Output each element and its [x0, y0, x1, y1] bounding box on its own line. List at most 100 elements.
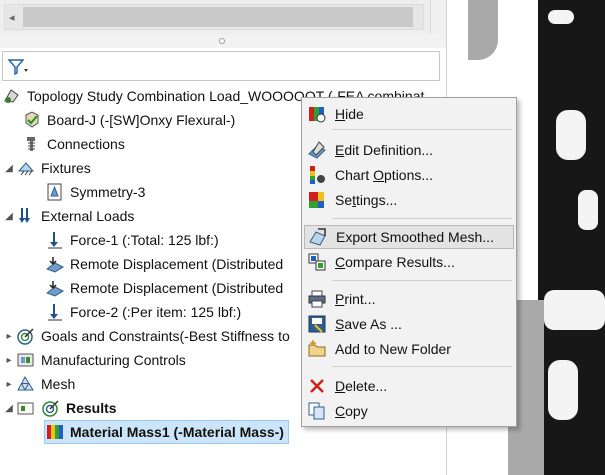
manufacturing-label: Manufacturing Controls [41, 352, 186, 368]
scroll-left-arrow-icon[interactable]: ◂ [9, 11, 15, 24]
collapse-arrow-icon[interactable]: ◢ [2, 403, 16, 414]
compare-results-icon [307, 252, 327, 272]
print-label: Print... [335, 291, 376, 307]
expand-arrow-icon[interactable]: ▸ [2, 331, 16, 342]
tree-item-symmetry[interactable]: Symmetry-3 [45, 180, 145, 204]
delete-label: Delete... [335, 378, 388, 394]
compare-results-label: Compare Results... [335, 254, 455, 270]
model-grey-region [468, 0, 498, 60]
goals-target-icon [16, 327, 36, 345]
symmetry-label: Symmetry-3 [70, 184, 146, 200]
model-hole [556, 110, 586, 160]
horizontal-scrollbar[interactable]: ◂ [4, 4, 424, 30]
expand-arrow-icon[interactable]: ▸ [2, 379, 16, 390]
panel-splitter[interactable] [0, 34, 446, 48]
printer-icon [307, 289, 327, 309]
external-loads-icon [16, 207, 36, 225]
collapse-arrow-icon[interactable]: ◢ [2, 211, 16, 222]
expand-arrow-icon[interactable]: ▸ [2, 355, 16, 366]
tree-item-remote-displacement-1[interactable]: Remote Displacement (Distributed [45, 252, 283, 276]
manufacturing-controls-icon [16, 351, 36, 369]
tree-item-external-loads[interactable]: ◢ External Loads [2, 204, 134, 228]
tree-filter-bar[interactable] [2, 51, 440, 81]
force-arrow-icon [45, 231, 65, 249]
board-label: Board-J (-[SW]Onxy Flexural-) [47, 112, 236, 128]
save-as-label: Save As ... [335, 316, 402, 332]
force2-label: Force-2 (:Per item: 125 lbf:) [70, 304, 242, 320]
results-folder-icon [16, 399, 36, 417]
save-as-icon [307, 314, 327, 334]
delete-x-icon [307, 376, 327, 396]
results-label: Results [66, 400, 117, 416]
mesh-icon [16, 375, 36, 393]
tree-item-results[interactable]: ◢ Results [2, 396, 117, 420]
model-hole [548, 10, 574, 24]
model-hole [578, 190, 598, 230]
collapse-arrow-icon[interactable]: ◢ [2, 163, 16, 174]
menu-item-delete[interactable]: Delete... [304, 374, 514, 398]
menu-item-edit-definition[interactable]: Edit Definition... [304, 138, 514, 162]
edit-definition-icon [307, 140, 327, 160]
chart-options-label: Chart Options... [335, 167, 434, 183]
new-folder-icon [307, 339, 327, 359]
connections-icon [22, 135, 42, 153]
model-hole [544, 290, 605, 330]
menu-separator [332, 280, 512, 281]
force-arrow-icon [45, 303, 65, 321]
edit-definition-label: Edit Definition... [335, 142, 434, 158]
mesh-label: Mesh [41, 376, 76, 392]
menu-item-print[interactable]: Print... [304, 287, 514, 311]
goals-label: Goals and Constraints(-Best Stiffness to [41, 328, 290, 344]
menu-item-copy[interactable]: Copy [304, 399, 514, 423]
tree-item-connections[interactable]: Connections [22, 132, 125, 156]
remote1-label: Remote Displacement (Distributed [70, 256, 284, 272]
tree-item-remote-displacement-2[interactable]: Remote Displacement (Distributed [45, 276, 283, 300]
settings-label: Settings... [335, 192, 398, 208]
splitter-handle-icon[interactable] [219, 38, 225, 44]
part-check-icon [22, 111, 42, 129]
menu-separator [332, 218, 512, 219]
external-loads-label: External Loads [41, 208, 135, 224]
vertical-scrollbar[interactable] [430, 0, 446, 34]
filter-icon[interactable] [7, 57, 29, 77]
fixtures-label: Fixtures [41, 160, 91, 176]
add-folder-label: Add to New Folder [335, 341, 451, 357]
symmetry-icon [45, 183, 65, 201]
tree-item-goals[interactable]: ▸ Goals and Constraints(-Best Stiffness … [2, 324, 290, 348]
context-menu: Hide Edit Definition... Chart Options...… [301, 97, 517, 427]
menu-separator [332, 366, 512, 367]
menu-item-hide[interactable]: Hide [304, 102, 514, 126]
menu-item-save-as[interactable]: Save As ... [304, 312, 514, 336]
menu-item-add-to-new-folder[interactable]: Add to New Folder [304, 337, 514, 361]
material-mass-label: Material Mass1 (-Material Mass-) [70, 424, 284, 440]
results-target-icon [41, 399, 61, 417]
tree-item-force1[interactable]: Force-1 (:Total: 125 lbf:) [45, 228, 219, 252]
menu-separator [332, 129, 512, 130]
topology-study-icon [2, 87, 22, 105]
export-mesh-icon [308, 227, 328, 247]
menu-item-export-smoothed-mesh[interactable]: Export Smoothed Mesh... [304, 225, 514, 249]
copy-icon [307, 401, 327, 421]
tree-item-fixtures[interactable]: ◢ Fixtures [2, 156, 91, 180]
tree-item-board[interactable]: Board-J (-[SW]Onxy Flexural-) [22, 108, 235, 132]
tree-item-force2[interactable]: Force-2 (:Per item: 125 lbf:) [45, 300, 241, 324]
scrollbar-thumb[interactable] [23, 7, 413, 27]
remote2-label: Remote Displacement (Distributed [70, 280, 284, 296]
hide-label: Hide [335, 106, 364, 122]
tree-item-mesh[interactable]: ▸ Mesh [2, 372, 75, 396]
copy-label: Copy [335, 403, 368, 419]
connections-label: Connections [47, 136, 125, 152]
hide-icon [307, 104, 327, 124]
chart-options-icon [307, 165, 327, 185]
menu-item-compare-results[interactable]: Compare Results... [304, 250, 514, 274]
fixtures-icon [16, 159, 36, 177]
tree-item-manufacturing[interactable]: ▸ Manufacturing Controls [2, 348, 186, 372]
force1-label: Force-1 (:Total: 125 lbf:) [70, 232, 219, 248]
remote-displacement-icon [45, 255, 65, 273]
menu-item-settings[interactable]: Settings... [304, 188, 514, 212]
settings-icon [307, 190, 327, 210]
menu-item-chart-options[interactable]: Chart Options... [304, 163, 514, 187]
export-mesh-label: Export Smoothed Mesh... [336, 229, 494, 245]
tree-item-material-mass[interactable]: Material Mass1 (-Material Mass-) [44, 420, 289, 444]
model-hole [548, 360, 578, 420]
